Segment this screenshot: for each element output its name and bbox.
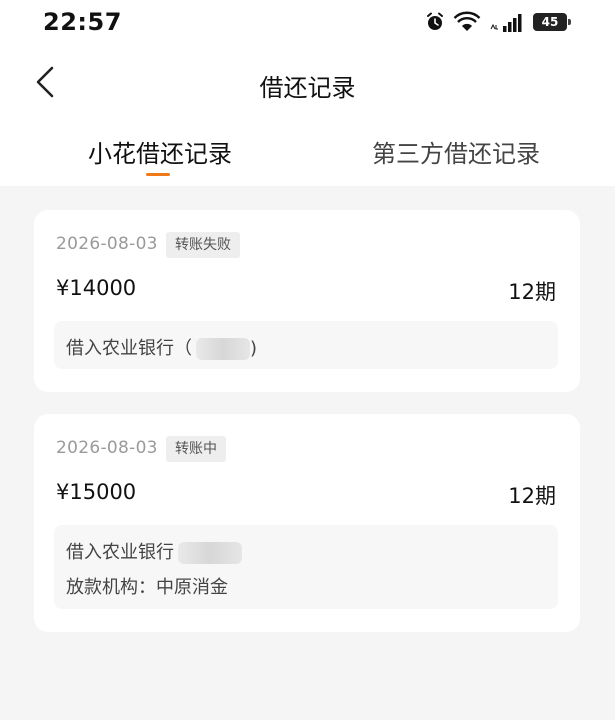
record-period: 12期 [508, 280, 556, 304]
tab-third-party-records[interactable]: 第三方借还记录 [372, 134, 540, 169]
tab-xiaohua-records[interactable]: 小花借还记录 [88, 134, 232, 169]
borrow-bank-suffix: ) [250, 338, 258, 359]
record-detail: 借入农业银行（) [54, 321, 558, 369]
masked-account [178, 542, 242, 564]
signal-5g-icon [490, 14, 522, 32]
screen: 22:57 45 借还记录 小花借还记录 第三方借还记录 2026-08-03 … [0, 0, 615, 720]
record-date: 2026-08-03 [56, 234, 158, 254]
status-badge: 转账中 [166, 436, 226, 462]
borrow-bank-line: 借入农业银行 [66, 538, 242, 564]
borrow-bank-label: 借入农业银行 [66, 542, 174, 563]
status-time: 22:57 [43, 8, 122, 36]
record-amount: ¥15000 [56, 480, 137, 504]
header-area: 22:57 45 借还记录 小花借还记录 第三方借还记录 [0, 0, 615, 186]
page-title: 借还记录 [259, 74, 356, 102]
active-tab-indicator [146, 173, 170, 176]
wifi-icon [453, 11, 481, 31]
status-icons: 45 [425, 10, 571, 34]
record-amount: ¥14000 [56, 276, 137, 300]
masked-account [196, 338, 250, 360]
alarm-icon [427, 12, 443, 30]
record-card[interactable]: 2026-08-03 转账失败 ¥14000 12期 借入农业银行（) [34, 210, 580, 392]
battery-indicator: 45 [533, 13, 571, 31]
status-bar: 22:57 45 [0, 0, 615, 44]
record-detail: 借入农业银行 放款机构：中原消金 [54, 525, 558, 609]
record-date: 2026-08-03 [56, 438, 158, 458]
nav-bar: 借还记录 [0, 50, 615, 114]
status-badge: 转账失败 [166, 232, 240, 258]
record-card[interactable]: 2026-08-03 转账中 ¥15000 12期 借入农业银行 放款机构：中原… [34, 414, 580, 632]
borrow-bank-line: 借入农业银行（) [66, 334, 257, 360]
tab-bar: 小花借还记录 第三方借还记录 [0, 124, 615, 186]
record-period: 12期 [508, 484, 556, 508]
borrow-bank-label: 借入农业银行（ [66, 338, 192, 359]
lending-institution: 放款机构：中原消金 [66, 577, 228, 598]
